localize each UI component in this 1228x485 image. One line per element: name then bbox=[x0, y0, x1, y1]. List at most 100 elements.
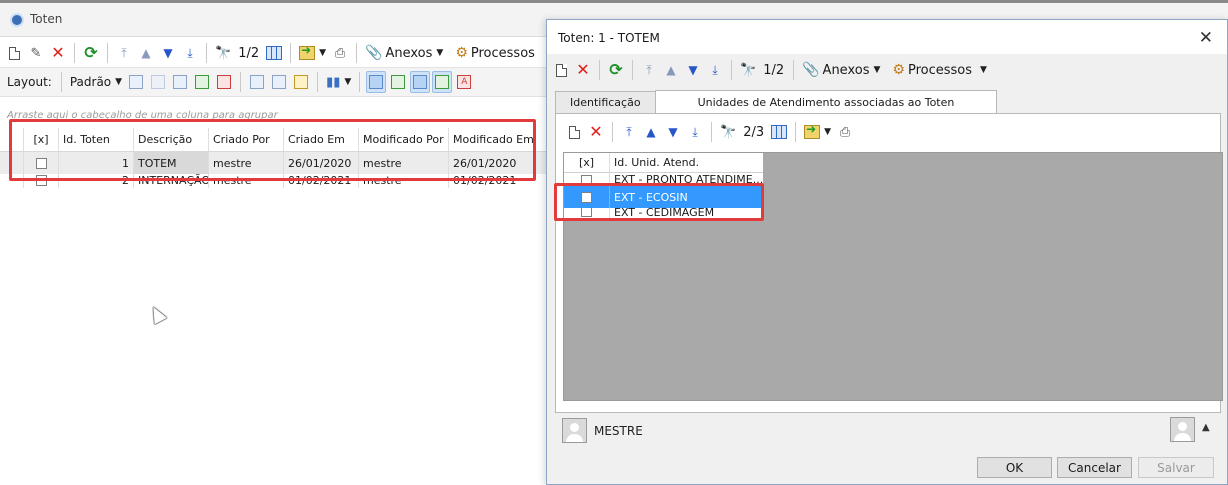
delete-icon: ✕ bbox=[51, 43, 65, 62]
tab-panel: ✕ ⤒ ▲ ▼ ⤓ 🔭 2/3 ▼ ⎙ [x] Id. Unid. Atend. bbox=[555, 113, 1223, 413]
view-mode-3-button[interactable] bbox=[410, 71, 431, 93]
print-button[interactable]: ⎙ bbox=[330, 42, 350, 64]
row-checkbox[interactable] bbox=[35, 157, 47, 169]
column-header-created-at[interactable]: Criado Em bbox=[284, 128, 359, 151]
table-row[interactable]: EXT - CEDIMAGEM bbox=[564, 208, 763, 220]
previous-record-button[interactable]: ▲ bbox=[136, 42, 156, 64]
next-record-button[interactable]: ▼ bbox=[663, 121, 683, 143]
refresh-icon: ⟳ bbox=[84, 43, 98, 62]
layout-home-button[interactable] bbox=[214, 71, 234, 93]
delete-record-button[interactable]: ✕ bbox=[48, 42, 68, 64]
chevron-up-icon[interactable]: ▲ bbox=[1202, 422, 1210, 433]
processes-menu[interactable]: ⚙ Processos bbox=[453, 42, 537, 64]
row-checkbox[interactable] bbox=[581, 175, 592, 186]
layout-list-button[interactable] bbox=[170, 71, 190, 93]
columns-button[interactable] bbox=[247, 71, 267, 93]
printer-icon: ⎙ bbox=[334, 45, 346, 61]
last-icon: ⤓ bbox=[712, 63, 718, 77]
column-header-description[interactable]: Descrição bbox=[134, 128, 209, 151]
sum-button[interactable] bbox=[269, 71, 289, 93]
gears-icon: ⚙ bbox=[892, 62, 905, 78]
column-header-unit-id[interactable]: Id. Unid. Atend. bbox=[610, 153, 763, 172]
toolbar-separator bbox=[795, 122, 797, 142]
layout-toolbar: Layout: Padrão ▼ ▮▮ ▼ A bbox=[4, 70, 474, 94]
table-row[interactable]: 1 TOTEM mestre 26/01/2020 mestre 26/01/2… bbox=[0, 152, 546, 174]
cancel-button[interactable]: Cancelar bbox=[1057, 457, 1132, 478]
grid-header-row: [x] Id. Toten Descrição Criado Por Criad… bbox=[0, 128, 546, 152]
row-checkbox[interactable] bbox=[581, 208, 592, 217]
processes-menu[interactable]: ⚙ Processos ▼ bbox=[890, 59, 989, 81]
table-row[interactable]: 2 INTERNAÇÃO mestre 01/02/2021 mestre 01… bbox=[0, 174, 546, 188]
next-record-button[interactable]: ▼ bbox=[683, 59, 703, 81]
row-checkbox[interactable] bbox=[581, 191, 592, 203]
layout-label: Layout: bbox=[7, 75, 52, 89]
print-button[interactable]: ⎙ bbox=[835, 121, 855, 143]
toolbar-separator bbox=[356, 43, 358, 63]
attachments-menu[interactable]: 📎 Anexos ▼ bbox=[363, 42, 445, 64]
first-record-button[interactable]: ⤒ bbox=[639, 59, 659, 81]
grid-view-button[interactable] bbox=[769, 121, 789, 143]
column-header-id[interactable]: Id. Toten bbox=[59, 128, 134, 151]
delete-record-button[interactable]: ✕ bbox=[573, 59, 593, 81]
layout-save-button[interactable] bbox=[126, 71, 146, 93]
view-mode-1-button[interactable] bbox=[366, 71, 387, 93]
edit-record-button[interactable]: ✎ bbox=[26, 42, 46, 64]
column-header-modified-at[interactable]: Modificado Em bbox=[449, 128, 539, 151]
last-record-button[interactable]: ⤓ bbox=[705, 59, 725, 81]
export-button[interactable]: ▼ bbox=[297, 42, 328, 64]
previous-record-button[interactable]: ▲ bbox=[661, 59, 681, 81]
new-record-button[interactable] bbox=[564, 121, 584, 143]
layout-import-button[interactable] bbox=[192, 71, 212, 93]
home-layout-icon bbox=[217, 75, 232, 89]
font-button[interactable]: A bbox=[454, 71, 474, 93]
next-record-button[interactable]: ▼ bbox=[158, 42, 178, 64]
row-checkbox[interactable] bbox=[35, 175, 47, 186]
row-checkbox-cell[interactable] bbox=[564, 186, 610, 208]
refresh-button[interactable]: ⟳ bbox=[81, 42, 101, 64]
layout-copy-button[interactable] bbox=[148, 71, 168, 93]
search-button[interactable]: 🔭 bbox=[738, 59, 758, 81]
grid-view-button[interactable] bbox=[264, 42, 284, 64]
new-record-button[interactable] bbox=[4, 42, 24, 64]
user-avatar-icon[interactable] bbox=[1170, 417, 1195, 442]
main-window-title: Toten bbox=[30, 12, 63, 26]
cell-description: TOTEM bbox=[134, 152, 209, 174]
last-record-button[interactable]: ⤓ bbox=[180, 42, 200, 64]
first-record-button[interactable]: ⤒ bbox=[114, 42, 134, 64]
column-header-select[interactable]: [x] bbox=[24, 128, 59, 151]
previous-record-button[interactable]: ▲ bbox=[641, 121, 661, 143]
table-row-selected[interactable]: EXT - ECOSIN bbox=[564, 186, 763, 208]
chart-button[interactable]: ▮▮ ▼ bbox=[324, 71, 353, 93]
search-button[interactable]: 🔭 bbox=[718, 121, 738, 143]
tab-identification[interactable]: Identificação bbox=[555, 91, 656, 113]
first-record-button[interactable]: ⤒ bbox=[619, 121, 639, 143]
tab-service-units[interactable]: Unidades de Atendimento associadas ao To… bbox=[654, 90, 998, 113]
row-checkbox-cell[interactable] bbox=[564, 173, 610, 186]
last-record-button[interactable]: ⤓ bbox=[685, 121, 705, 143]
export-button[interactable]: ▼ bbox=[802, 121, 833, 143]
row-checkbox-cell[interactable] bbox=[24, 152, 59, 174]
new-record-button[interactable] bbox=[551, 59, 571, 81]
column-header-created-by[interactable]: Criado Por bbox=[209, 128, 284, 151]
search-button[interactable]: 🔭 bbox=[213, 42, 233, 64]
attachments-menu[interactable]: 📎 Anexos ▼ bbox=[800, 59, 882, 81]
row-checkbox-cell[interactable] bbox=[564, 208, 610, 220]
view-mode-4-button[interactable] bbox=[432, 71, 453, 93]
delete-record-button[interactable]: ✕ bbox=[586, 121, 606, 143]
view-mode-icon bbox=[435, 75, 450, 89]
row-checkbox-cell[interactable] bbox=[24, 174, 59, 188]
user-area: MESTRE bbox=[562, 418, 643, 443]
layout-select[interactable]: Padrão ▼ bbox=[68, 71, 124, 93]
column-header-select[interactable]: [x] bbox=[564, 153, 610, 172]
filter-button[interactable] bbox=[291, 71, 311, 93]
save-button[interactable]: Salvar bbox=[1138, 457, 1214, 478]
view-mode-2-button[interactable] bbox=[388, 71, 408, 93]
last-icon: ⤓ bbox=[187, 46, 193, 60]
refresh-button[interactable]: ⟳ bbox=[606, 59, 626, 81]
column-header-modified-by[interactable]: Modificado Por bbox=[359, 128, 449, 151]
ok-button[interactable]: OK bbox=[977, 457, 1052, 478]
printer-icon: ⎙ bbox=[839, 124, 851, 140]
table-row[interactable]: EXT - PRONTO ATENDIME... bbox=[564, 173, 763, 186]
view-mode-icon bbox=[369, 75, 384, 89]
close-icon[interactable]: ✕ bbox=[1199, 28, 1213, 48]
